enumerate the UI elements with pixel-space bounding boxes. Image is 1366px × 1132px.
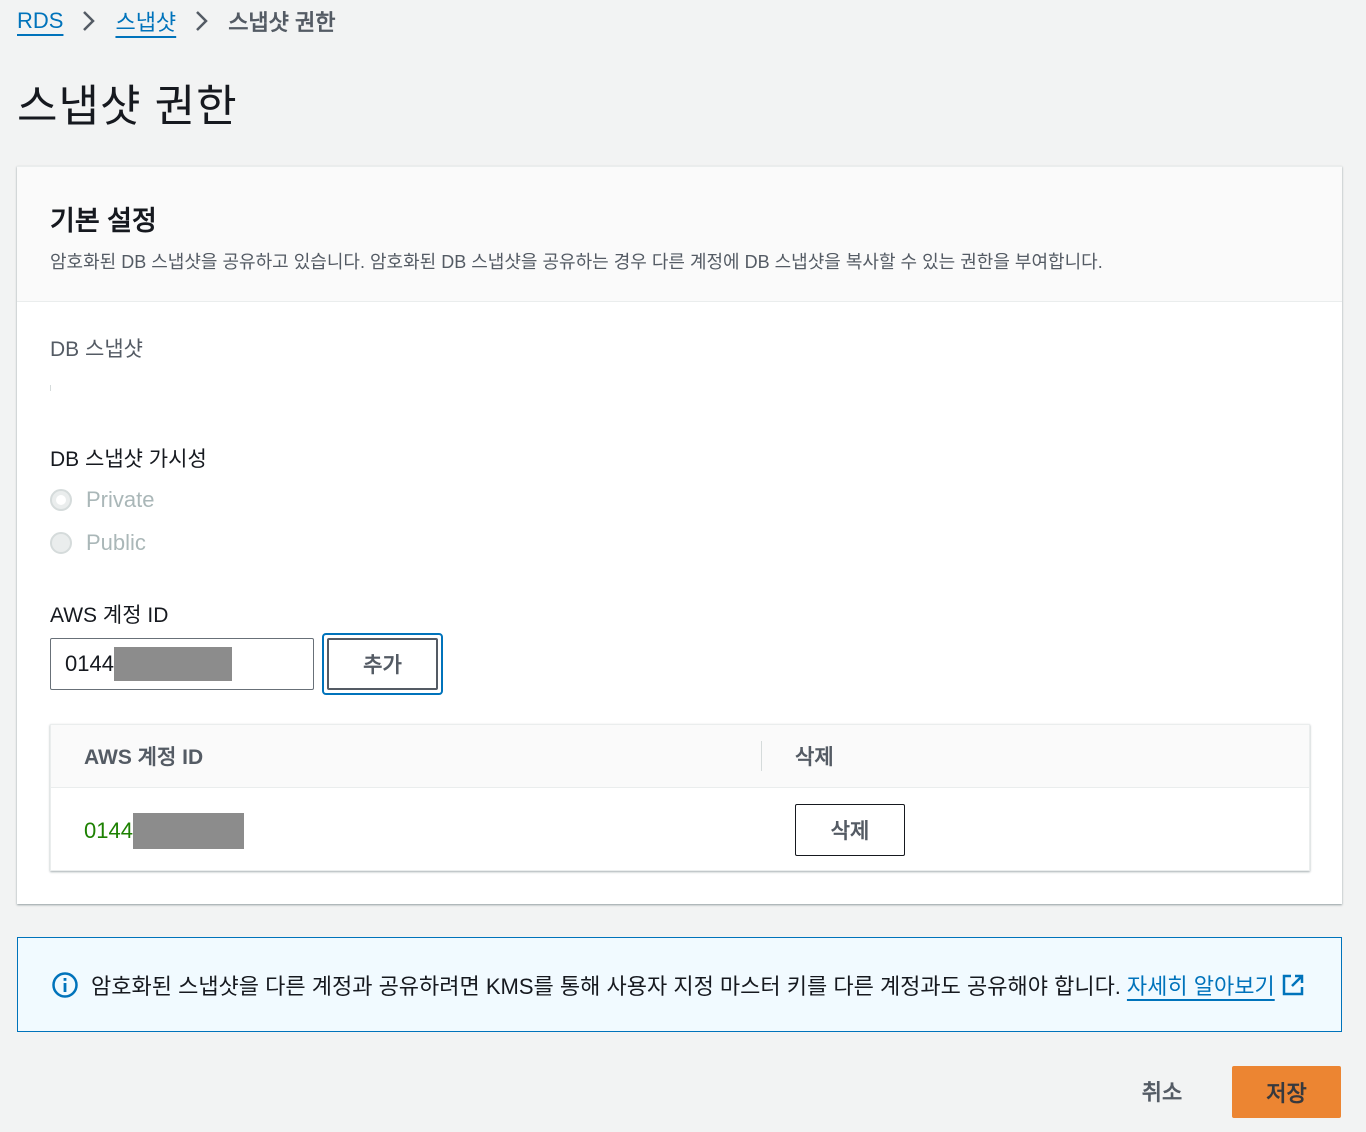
panel-description: 암호화된 DB 스냅샷을 공유하고 있습니다. 암호화된 DB 스냅샷을 공유하… — [50, 252, 1103, 272]
breadcrumb: RDS 스냅샷 스냅샷 권한 — [17, 6, 336, 36]
cancel-button[interactable]: 취소 — [1120, 1068, 1204, 1114]
chevron-right-icon — [81, 10, 97, 32]
visibility-label: DB 스냅샷 가시성 — [50, 448, 207, 471]
add-button[interactable]: 추가 — [327, 638, 438, 690]
external-link-icon[interactable] — [1281, 973, 1305, 997]
settings-panel: 기본 설정 암호화된 DB 스냅샷을 공유하고 있습니다. 암호화된 DB 스냅… — [17, 166, 1342, 904]
breadcrumb-current: 스냅샷 권한 — [228, 10, 336, 35]
redaction-box — [132, 813, 244, 849]
table-row: 0144 삭제 — [51, 788, 1309, 871]
add-button-focus-ring: 추가 — [322, 633, 443, 695]
info-icon — [52, 971, 78, 998]
page-title: 스냅샷 권한 — [17, 82, 238, 131]
radio-private-indicator[interactable] — [50, 489, 72, 511]
panel-title: 기본 설정 — [50, 206, 157, 236]
delete-button[interactable]: 삭제 — [795, 804, 905, 856]
account-id-input[interactable]: 0144 — [50, 638, 314, 690]
radio-private-label: Private — [86, 487, 155, 512]
redaction-box — [113, 647, 232, 681]
account-id-input-value: 0144 — [65, 651, 114, 676]
save-button[interactable]: 저장 — [1232, 1066, 1341, 1118]
learn-more-link[interactable]: 자세히 알아보기 — [1127, 969, 1275, 1001]
accounts-table: AWS 계정 ID 삭제 0144 삭제 — [50, 724, 1310, 871]
column-header-delete: 삭제 — [795, 746, 834, 769]
breadcrumb-snapshots-link[interactable]: 스냅샷 — [115, 5, 176, 37]
table-header: AWS 계정 ID 삭제 — [51, 725, 1309, 788]
column-header-account-id: AWS 계정 ID — [84, 746, 204, 769]
breadcrumb-rds-link[interactable]: RDS — [17, 8, 63, 34]
radio-private[interactable]: Private — [50, 487, 154, 513]
radio-public-label: Public — [86, 530, 146, 555]
radio-public-indicator[interactable] — [50, 532, 72, 554]
account-id-cell: 0144 — [84, 813, 244, 849]
radio-public[interactable]: Public — [50, 530, 146, 556]
panel-header: 기본 설정 암호화된 DB 스냅샷을 공유하고 있습니다. 암호화된 DB 스냅… — [17, 167, 1342, 302]
chevron-right-icon — [194, 10, 210, 32]
column-divider — [761, 741, 762, 771]
snapshot-value — [50, 385, 51, 391]
info-alert: 암호화된 스냅샷을 다른 계정과 공유하려면 KMS를 통해 사용자 지정 마스… — [17, 937, 1342, 1032]
alert-text: 암호화된 스냅샷을 다른 계정과 공유하려면 KMS를 통해 사용자 지정 마스… — [91, 973, 1121, 999]
snapshot-label: DB 스냅샷 — [50, 338, 143, 361]
account-id-label: AWS 계정 ID — [50, 604, 169, 627]
account-id-text: 0144 — [84, 818, 133, 843]
